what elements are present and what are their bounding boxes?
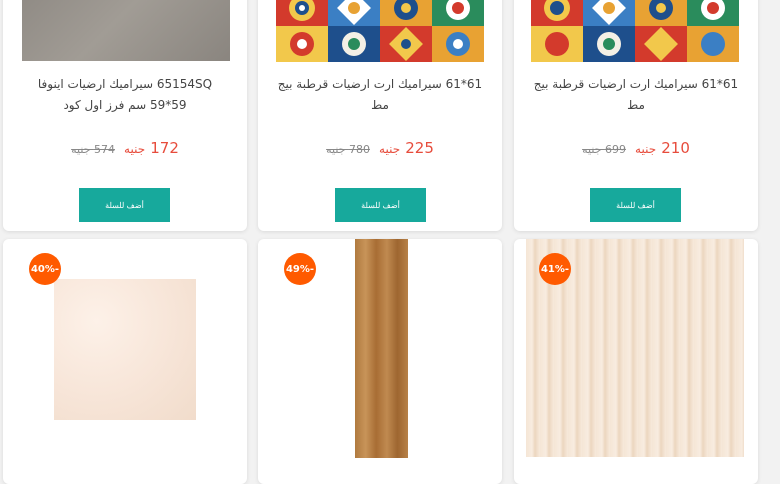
current-price: 210 (661, 139, 690, 157)
add-to-cart-button[interactable]: أضف للسلة (335, 188, 426, 222)
old-price: 699 جنيه (582, 143, 626, 156)
currency: جنيه (124, 142, 146, 156)
currency: جنيه (379, 142, 401, 156)
product-card[interactable]: 41%- (514, 239, 758, 484)
discount-badge: 40%- (29, 253, 61, 285)
add-to-cart-button[interactable]: أضف للسلة (590, 188, 681, 222)
product-title[interactable]: 61*61 سيراميك ارت ارضيات قرطبة بيج مط (514, 74, 758, 116)
product-image-cream-marble-tile[interactable] (54, 279, 196, 420)
product-card[interactable]: 65154SQ سيراميك ارضيات اينوفا 59*59 سم ف… (3, 0, 247, 231)
product-title[interactable]: 65154SQ سيراميك ارضيات اينوفا 59*59 سم ف… (3, 74, 247, 116)
add-to-cart-button[interactable]: أضف للسلة (79, 188, 170, 222)
discount-badge: 41%- (539, 253, 571, 285)
old-price: 780 جنيه (326, 143, 370, 156)
product-title[interactable]: 61*61 سيراميك ارت ارضيات قرطبة بيج مط (258, 74, 502, 116)
product-card[interactable]: 49%- (258, 239, 502, 484)
product-card[interactable]: 61*61 سيراميك ارت ارضيات قرطبة بيج مط 22… (258, 0, 502, 231)
product-image-patterned-tile[interactable] (276, 0, 484, 62)
product-image-patterned-tile[interactable] (531, 0, 739, 62)
product-card[interactable]: 61*61 سيراميك ارت ارضيات قرطبة بيج مط 21… (514, 0, 758, 231)
product-card[interactable]: 40%- (3, 239, 247, 484)
price-row: 210 جنيه 699 جنيه (514, 138, 758, 157)
discount-badge: 49%- (284, 253, 316, 285)
product-image-wood-plank-tile[interactable] (355, 239, 408, 458)
product-image-gray-tile[interactable] (22, 0, 230, 61)
price-row: 225 جنيه 780 جنيه (258, 138, 502, 157)
currency: جنيه (635, 142, 657, 156)
old-price: 574 جنيه (71, 143, 115, 156)
price-row: 172 جنيه 574 جنيه (3, 138, 247, 157)
current-price: 225 (405, 139, 434, 157)
current-price: 172 (150, 139, 179, 157)
